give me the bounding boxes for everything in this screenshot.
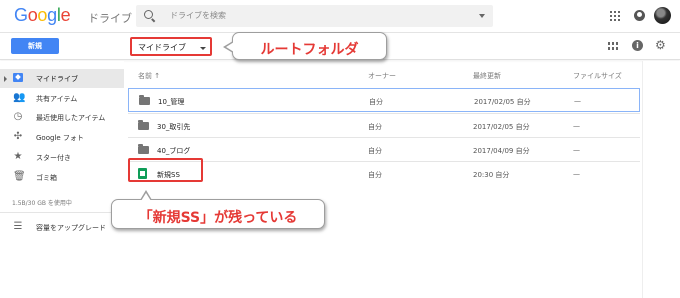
photos-icon: ✣ <box>13 131 23 142</box>
sidebar-item-label: マイドライブ <box>36 75 78 83</box>
folder-icon <box>138 144 149 154</box>
file-modified: 2017/04/09 自分 <box>473 147 530 155</box>
logo-letter: e <box>60 5 71 25</box>
search-options-icon[interactable] <box>479 14 485 18</box>
upgrade-storage-label: 容量をアップグレード <box>36 224 106 232</box>
root-folder-callout: ルートフォルダ <box>223 32 387 60</box>
breadcrumb-label: マイドライブ <box>138 43 186 52</box>
apps-icon[interactable] <box>610 11 620 21</box>
spreadsheet-icon <box>138 168 147 179</box>
file-owner: 自分 <box>369 98 383 106</box>
file-name: 10_管理 <box>158 98 185 106</box>
people-icon: 👥 <box>13 92 26 103</box>
file-size: — <box>573 122 580 130</box>
new-ss-callout: 「新規SS」が残っている <box>111 190 325 229</box>
storage-icon: ☰ <box>13 221 23 232</box>
file-size: — <box>573 170 580 178</box>
clock-icon: ◷ <box>13 111 23 122</box>
table-row[interactable]: 10_管理 自分 2017/02/05 自分 — <box>128 88 640 112</box>
top-bar: Google ドライブ ドライブを検索 <box>0 0 680 33</box>
trash-icon: 🗑 <box>13 171 26 182</box>
sidebar-item-trash[interactable]: 🗑 ゴミ箱 <box>0 168 124 187</box>
table-row[interactable]: 新規SS 自分 20:30 自分 — <box>128 158 640 185</box>
upgrade-storage-link[interactable]: ☰ 容量をアップグレード <box>0 218 124 237</box>
file-name: 40_ブログ <box>157 147 191 155</box>
folder-icon <box>138 120 149 130</box>
file-list: 名前 ↑ オーナー 最終更新 ファイルサイズ 10_管理 自分 2017/02/… <box>128 61 640 298</box>
search-box[interactable]: ドライブを検索 <box>136 5 493 27</box>
sidebar-item-starred[interactable]: ★ スター付き <box>0 148 124 167</box>
column-header-name[interactable]: 名前 ↑ <box>138 71 160 81</box>
file-size: — <box>574 97 581 105</box>
drive-icon <box>13 73 23 83</box>
search-input[interactable]: ドライブを検索 <box>170 10 226 21</box>
google-logo[interactable]: Google <box>14 5 71 26</box>
column-header-modified[interactable]: 最終更新 <box>473 71 501 81</box>
sidebar-item-photos[interactable]: ✣ Google フォト <box>0 128 124 147</box>
chevron-down-icon <box>200 47 206 50</box>
logo-letter: o <box>27 5 38 25</box>
column-header-owner[interactable]: オーナー <box>368 71 396 81</box>
callout-text: ルートフォルダ <box>260 42 359 58</box>
sidebar-item-shared[interactable]: 👥 共有アイテム <box>0 89 124 108</box>
table-row[interactable]: 30_取引先 自分 2017/02/05 自分 — <box>128 113 640 137</box>
column-header-size[interactable]: ファイルサイズ <box>573 71 622 81</box>
breadcrumb[interactable]: マイドライブ <box>130 37 212 56</box>
file-modified: 20:30 自分 <box>473 171 510 179</box>
sidebar-item-label: Google フォト <box>36 134 84 142</box>
sidebar-item-label: 最近使用したアイテム <box>36 114 106 122</box>
file-name: 新規SS <box>157 171 180 179</box>
file-owner: 自分 <box>368 123 382 131</box>
file-modified: 2017/02/05 自分 <box>473 123 530 131</box>
logo-letter: g <box>47 5 57 25</box>
folder-icon <box>139 95 150 105</box>
logo-letter: o <box>37 5 48 25</box>
callout-text: 「新規SS」が残っている <box>138 210 298 226</box>
sidebar-item-label: スター付き <box>36 154 71 162</box>
storage-quota: 1.5B/30 GB を使用中 <box>12 200 72 207</box>
sidebar-item-label: ゴミ箱 <box>36 174 57 182</box>
scrollbar-track[interactable] <box>642 61 680 298</box>
expand-arrow-icon[interactable] <box>4 76 7 82</box>
product-name: ドライブ <box>88 12 132 25</box>
divider <box>0 212 124 213</box>
info-icon[interactable]: i <box>632 40 643 51</box>
logo-letter: G <box>14 5 28 25</box>
sidebar-item-my-drive[interactable]: マイドライブ <box>0 69 124 88</box>
sidebar: マイドライブ 👥 共有アイテム ◷ 最近使用したアイテム ✣ Google フォ… <box>0 61 124 298</box>
file-owner: 自分 <box>368 171 382 179</box>
search-icon[interactable] <box>144 10 153 19</box>
star-icon: ★ <box>13 151 23 162</box>
grid-view-icon[interactable] <box>608 42 618 50</box>
new-button[interactable]: 新規 <box>11 38 59 54</box>
sidebar-item-label: 共有アイテム <box>36 95 78 103</box>
file-name: 30_取引先 <box>157 123 191 131</box>
avatar[interactable] <box>654 7 671 24</box>
notifications-icon[interactable] <box>634 10 645 21</box>
file-modified: 2017/02/05 自分 <box>474 98 531 106</box>
file-owner: 自分 <box>368 147 382 155</box>
gear-icon[interactable]: ⚙ <box>655 39 666 51</box>
sidebar-item-recent[interactable]: ◷ 最近使用したアイテム <box>0 108 124 127</box>
file-size: — <box>573 146 580 154</box>
table-row[interactable]: 40_ブログ 自分 2017/04/09 自分 — <box>128 137 640 161</box>
